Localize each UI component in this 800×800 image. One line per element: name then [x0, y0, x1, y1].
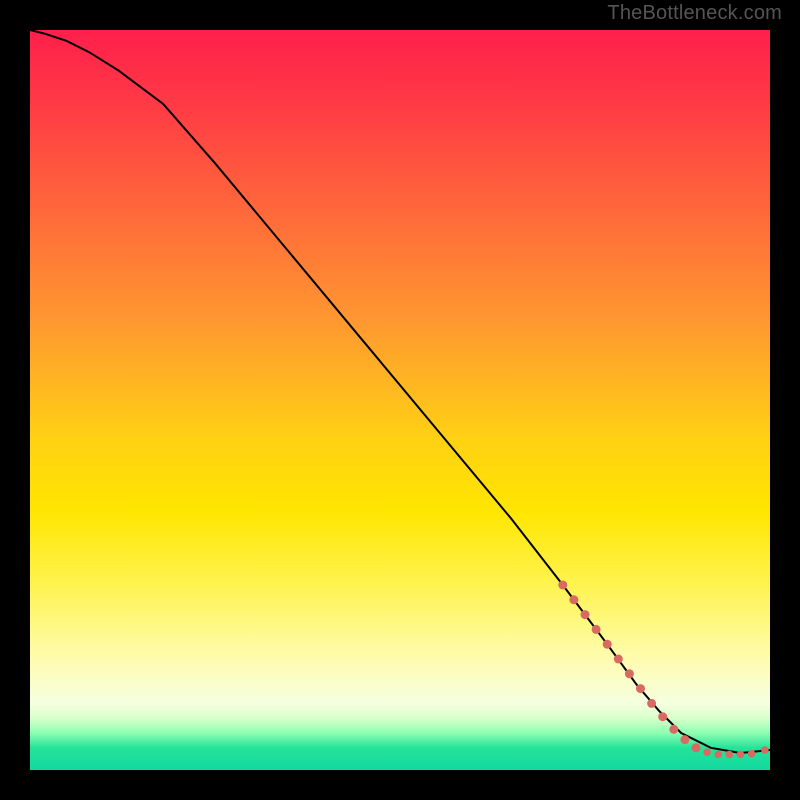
data-point [569, 595, 578, 604]
data-point [647, 699, 656, 708]
data-point [680, 735, 689, 744]
data-point [581, 610, 590, 619]
data-point [703, 748, 711, 756]
chart-svg [30, 30, 770, 770]
data-point [625, 669, 634, 678]
data-point [669, 725, 678, 734]
data-point [737, 751, 745, 759]
data-point [614, 655, 623, 664]
data-point [692, 743, 701, 752]
data-point [558, 581, 567, 590]
data-point [748, 750, 756, 758]
data-point [603, 640, 612, 649]
data-point [636, 684, 645, 693]
data-point [761, 746, 769, 754]
data-point [592, 625, 601, 634]
data-point [726, 751, 734, 759]
curve-line [30, 30, 770, 753]
data-point [658, 712, 667, 721]
plot-area [30, 30, 770, 770]
data-point [714, 751, 722, 759]
chart-container: TheBottleneck.com [0, 0, 800, 800]
attribution-text: TheBottleneck.com [607, 2, 782, 25]
marker-group [558, 581, 768, 759]
